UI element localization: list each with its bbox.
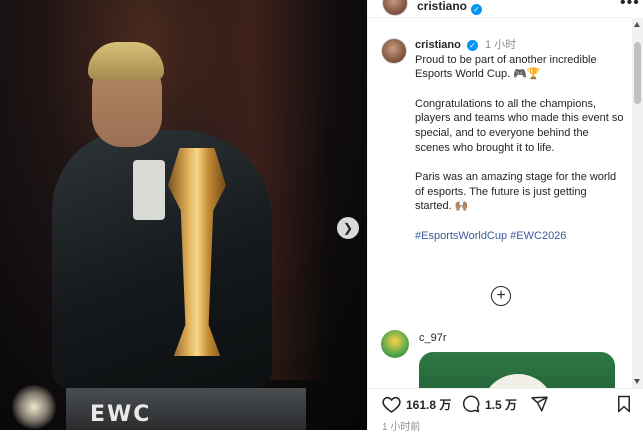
caption-time: 1 小时 bbox=[484, 39, 517, 51]
share-icon bbox=[531, 396, 548, 412]
share-button[interactable] bbox=[530, 395, 549, 413]
person-hair bbox=[88, 42, 164, 80]
comment-button[interactable]: 1.5 万 bbox=[462, 395, 517, 413]
comment-image-figure bbox=[481, 374, 555, 388]
next-photo-button[interactable]: ❯ bbox=[337, 217, 359, 239]
commenter-username[interactable]: c_97r bbox=[419, 332, 447, 344]
scroll-down-icon[interactable] bbox=[634, 379, 640, 384]
person-shirt bbox=[133, 160, 165, 220]
action-bar: 161.8 万 1.5 万 bbox=[368, 390, 643, 420]
comment-image[interactable] bbox=[419, 352, 615, 388]
comment-count: 1.5 万 bbox=[485, 397, 518, 412]
heart-icon bbox=[382, 396, 401, 413]
post-photo[interactable]: EWC ❯ bbox=[0, 0, 367, 430]
caption-paragraph-1: Proud to be part of another incredible E… bbox=[415, 53, 597, 81]
scrollbar-thumb[interactable] bbox=[634, 42, 641, 104]
scrollbar[interactable] bbox=[632, 18, 643, 388]
stage-light bbox=[12, 385, 56, 429]
more-options-icon[interactable]: ••• bbox=[620, 0, 640, 12]
like-button[interactable]: 161.8 万 bbox=[382, 395, 451, 413]
like-count: 161.8 万 bbox=[406, 397, 452, 412]
posted-time: 1 小时前 bbox=[382, 422, 421, 433]
caption-username[interactable]: cristiano bbox=[415, 39, 461, 51]
caption-paragraph-2: Congratulations to all the champions, pl… bbox=[415, 97, 624, 154]
verified-badge-icon: ✓ bbox=[471, 0, 482, 17]
caption-hashtags[interactable]: #EsportsWorldCup #EWC2026 bbox=[415, 229, 625, 244]
scroll-up-icon[interactable] bbox=[634, 22, 640, 27]
actions-divider bbox=[368, 388, 643, 389]
plus-circle-icon[interactable]: + bbox=[491, 286, 511, 306]
ewc-logo: EWC bbox=[90, 402, 152, 427]
verified-badge-icon: ✓ bbox=[466, 40, 478, 51]
comments-scroll-area[interactable]: cristiano ✓ 1 小时 Proud to be part of ano… bbox=[368, 18, 631, 388]
author-username[interactable]: cristiano bbox=[417, 0, 467, 13]
caption-text: cristiano ✓ 1 小时 Proud to be part of ano… bbox=[415, 38, 625, 244]
bookmark-icon bbox=[618, 395, 630, 413]
caption-avatar[interactable] bbox=[381, 38, 407, 64]
caption-paragraph-3: Paris was an amazing stage for the world… bbox=[415, 171, 617, 213]
comment-icon bbox=[462, 395, 480, 413]
chevron-right-icon: ❯ bbox=[342, 221, 354, 235]
commenter-avatar[interactable] bbox=[381, 330, 409, 358]
save-button[interactable] bbox=[616, 395, 632, 413]
